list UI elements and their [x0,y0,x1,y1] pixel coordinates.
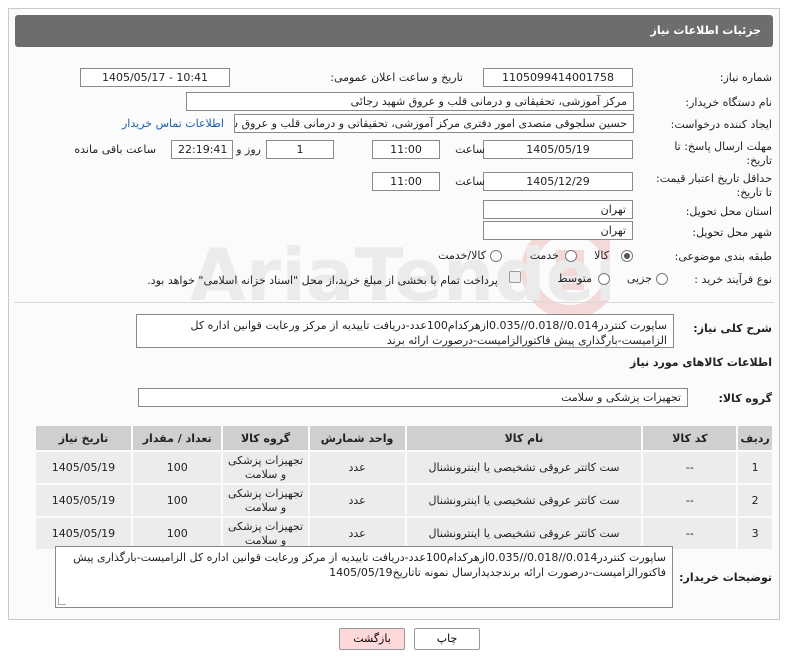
category-option-goods-service: کالا/خدمت [438,249,486,262]
validity-time-label: ساعت [455,175,485,188]
province-label: استان محل تحویل: [685,205,772,218]
back-button[interactable]: بازگشت [339,628,405,650]
category-option-service: خدمت [529,249,559,262]
city-label: شهر محل تحویل: [692,226,772,239]
cell-name: ست کاتتر عروقی تشخیصی یا اینترونشنال [404,483,644,518]
cell-date: 1405/05/19 [34,483,133,518]
creator-field: حسین سلجوقی متصدی امور دفتری مرکز آموزشی… [234,114,634,133]
col-group: گروه کالا [221,424,310,452]
purchase-option-minor: جزیی [626,272,652,285]
col-qty: تعداد / مقدار [130,424,224,452]
col-code: کد کالا [641,424,739,452]
announce-label: تاریخ و ساعت اعلان عمومی: [330,71,463,84]
category-radio-goods[interactable] [621,250,633,262]
need-number-label: شماره نیاز: [719,71,772,84]
province-field: تهران [483,200,633,219]
payment-checkbox[interactable] [509,271,521,283]
announce-field: 1405/05/17 - 10:41 [80,68,230,87]
buyer-notes-text: ساپورت کنتردر0.014//0.018//0.035ازهرکدام… [73,551,666,579]
col-row: ردیف [736,424,774,452]
buyer-notes-textarea[interactable]: ساپورت کنتردر0.014//0.018//0.035ازهرکدام… [55,546,673,608]
category-option-goods: کالا [594,249,609,262]
category-label: طبقه بندی موضوعی: [674,250,772,263]
purchase-radio-medium[interactable] [598,273,610,285]
cell-qty: 100 [130,450,224,485]
need-number-field: 1105099414001758 [483,68,633,87]
category-radio-service[interactable] [565,250,577,262]
goods-info-heading: اطلاعات کالاهای مورد نیاز [630,356,772,369]
cell-group: تجهیزات پزشکی و سلامت [221,483,310,518]
panel-header: جزئیات اطلاعات نیاز [15,15,773,47]
buyer-contact-link[interactable]: اطلاعات تماس خریدار [122,117,224,130]
deadline-time-label: ساعت [455,143,485,156]
col-unit: واحد شمارش [307,424,407,452]
cell-code: -- [641,483,739,518]
cell-date: 1405/05/19 [34,450,133,485]
summary-textarea[interactable]: ساپورت کنتردر0.014//0.018//0.035ازهرکدام… [136,314,674,348]
table-header-row: ردیف کد کالا نام کالا واحد شمارش گروه کا… [34,424,774,452]
summary-label: شرح کلی نیاز: [693,322,772,335]
print-button[interactable]: چاپ [414,628,480,650]
deadline-label: مهلت ارسال پاسخ: تا تاریخ: [674,140,772,167]
cell-unit: عدد [307,483,407,518]
validity-time-field: 11:00 [372,172,440,191]
cell-row: 2 [736,483,774,518]
cell-name: ست کاتتر عروقی تشخیصی یا اینترونشنال [404,450,644,485]
col-name: نام کالا [404,424,644,452]
col-date: تاریخ نیاز [34,424,133,452]
validity-label: حداقل تاریخ اعتبار قیمت: تا تاریخ: [656,172,772,199]
cell-unit: عدد [307,450,407,485]
buyer-org-label: نام دستگاه خریدار: [685,96,772,109]
days-label: روز و [236,143,261,156]
cell-row: 1 [736,450,774,485]
remaining-label: ساعت باقی مانده [74,143,156,156]
panel-title: جزئیات اطلاعات نیاز [650,24,762,37]
cell-qty: 100 [130,483,224,518]
deadline-time-field: 11:00 [372,140,440,159]
validity-date-field: 1405/12/29 [483,172,633,191]
goods-group-label: گروه کالا: [718,392,772,405]
cell-group: تجهیزات پزشکی و سلامت [221,450,310,485]
city-field: تهران [483,221,633,240]
goods-group-field: تجهیزات پزشکی و سلامت [138,388,688,407]
buyer-org-field: مرکز آموزشی، تحقیقاتی و درمانی قلب و عرو… [186,92,634,111]
remaining-time-field: 22:19:41 [171,140,233,159]
table-row: 1 -- ست کاتتر عروقی تشخیصی یا اینترونشنا… [34,450,774,485]
items-table: ردیف کد کالا نام کالا واحد شمارش گروه کا… [34,424,774,551]
cell-code: -- [641,450,739,485]
category-radio-goods-service[interactable] [490,250,502,262]
payment-note: پرداخت تمام یا بخشی از مبلغ خرید،از محل … [147,274,498,287]
creator-label: ایجاد کننده درخواست: [670,118,772,131]
days-field: 1 [266,140,334,159]
deadline-date-field: 1405/05/19 [483,140,633,159]
divider [14,302,774,303]
purchase-type-label: نوع فرآیند خرید : [694,273,772,286]
purchase-radio-minor[interactable] [656,273,668,285]
purchase-option-medium: متوسط [557,272,592,285]
table-row: 2 -- ست کاتتر عروقی تشخیصی یا اینترونشنا… [34,483,774,518]
buyer-notes-label: توضیحات خریدار: [679,571,772,584]
resize-grip[interactable] [58,597,66,605]
cell-row: 3 [736,516,774,551]
